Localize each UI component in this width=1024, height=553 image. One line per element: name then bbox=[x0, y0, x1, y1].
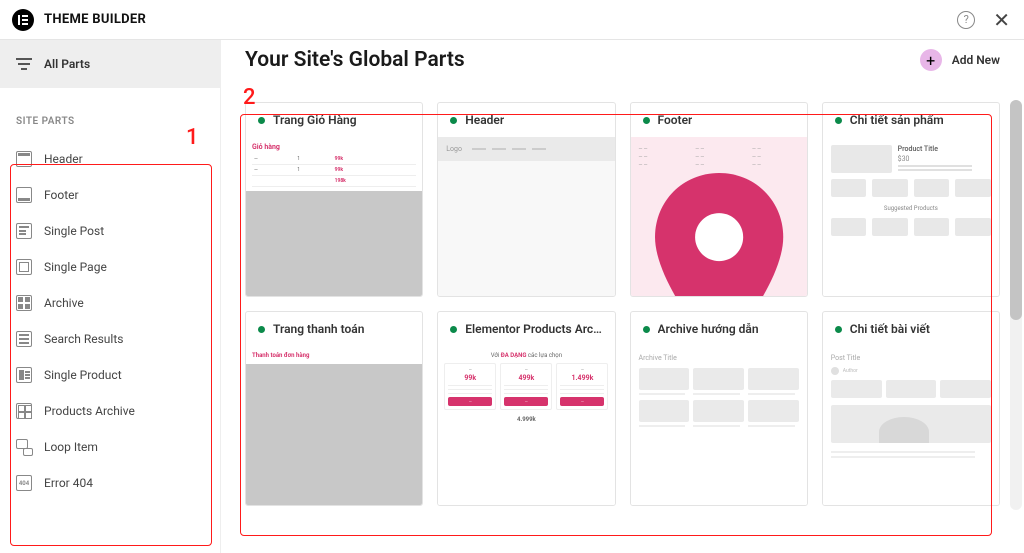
sidebar-item-label: Products Archive bbox=[44, 404, 135, 418]
sidebar-item-singlepost[interactable]: Single Post bbox=[0, 213, 220, 249]
card-title: Elementor Products Archiv... bbox=[465, 322, 602, 336]
card-thumbnail: Logo bbox=[438, 137, 614, 296]
template-grid: Trang Giỏ HàngGiỏ hàng—199k—199k198kHead… bbox=[245, 102, 1000, 506]
sidebar-item-loop[interactable]: Loop Item bbox=[0, 429, 220, 465]
sidebar-item-label: Header bbox=[44, 152, 83, 166]
card-header: Elementor Products Archiv... bbox=[438, 312, 614, 346]
sidebar-item-search[interactable]: Search Results bbox=[0, 321, 220, 357]
card-title: Chi tiết bài viết bbox=[850, 322, 930, 336]
close-icon[interactable]: ✕ bbox=[993, 10, 1010, 30]
all-parts-button[interactable]: All Parts bbox=[0, 40, 220, 88]
card-title: Trang Giỏ Hàng bbox=[273, 113, 357, 127]
sidebar-item-archive[interactable]: Archive bbox=[0, 285, 220, 321]
add-new-label: Add New bbox=[952, 53, 1000, 67]
sidebar-item-e404[interactable]: 404 Error 404 bbox=[0, 465, 220, 501]
template-card[interactable]: Archive hướng dẫn Archive Title bbox=[630, 311, 808, 506]
status-dot-icon bbox=[258, 326, 265, 333]
sidebar-item-label: Loop Item bbox=[44, 440, 98, 454]
card-title: Archive hướng dẫn bbox=[658, 322, 759, 336]
filter-icon bbox=[16, 58, 32, 70]
sidebar-item-label: Single Product bbox=[44, 368, 122, 382]
status-dot-icon bbox=[835, 117, 842, 124]
template-card[interactable]: Trang Giỏ Hàng Giỏ hàng—199k—199k198k bbox=[245, 102, 423, 297]
app-title: THEME BUILDER bbox=[44, 12, 146, 27]
status-dot-icon bbox=[450, 117, 457, 124]
card-header: Trang Giỏ Hàng bbox=[246, 103, 422, 137]
all-parts-label: All Parts bbox=[44, 57, 90, 71]
sidebar-item-label: Single Page bbox=[44, 260, 107, 274]
help-icon[interactable]: ? bbox=[957, 11, 975, 29]
card-title: Footer bbox=[658, 113, 693, 127]
sidebar-item-parchive[interactable]: Products Archive bbox=[0, 393, 220, 429]
singlepost-icon bbox=[16, 223, 32, 239]
search-icon bbox=[16, 331, 32, 347]
add-new-button[interactable]: + Add New bbox=[920, 49, 1000, 71]
sidebar-item-label: Archive bbox=[44, 296, 84, 310]
top-bar: THEME BUILDER ? ✕ bbox=[0, 0, 1024, 40]
card-thumbnail: Với ĐA DẠNG các lựa chọn—99k——499k——1.49… bbox=[438, 346, 614, 505]
card-header: Chi tiết bài viết bbox=[823, 312, 999, 346]
scrollbar-thumb[interactable] bbox=[1010, 100, 1022, 320]
card-header: Trang thanh toán bbox=[246, 312, 422, 346]
footer-icon bbox=[16, 187, 32, 203]
template-card[interactable]: Header Logo bbox=[437, 102, 615, 297]
sidebar: All Parts SITE PARTS HeaderFooterSingle … bbox=[0, 40, 221, 553]
sidebar-item-singlepage[interactable]: Single Page bbox=[0, 249, 220, 285]
status-dot-icon bbox=[835, 326, 842, 333]
status-dot-icon bbox=[643, 117, 650, 124]
page-title: Your Site's Global Parts bbox=[245, 48, 465, 72]
card-title: Chi tiết sản phẩm bbox=[850, 113, 944, 127]
status-dot-icon bbox=[450, 326, 457, 333]
singlepage-icon bbox=[16, 259, 32, 275]
template-card[interactable]: Chi tiết bài viết Post TitleAuthor bbox=[822, 311, 1000, 506]
main-content: Your Site's Global Parts + Add New Trang… bbox=[221, 40, 1024, 553]
card-header: Footer bbox=[631, 103, 807, 137]
template-card[interactable]: Elementor Products Archiv... Với ĐA DẠNG … bbox=[437, 311, 615, 506]
card-thumbnail: — —— —— —— —— —— —— —— —— — bbox=[631, 137, 807, 296]
e404-icon: 404 bbox=[16, 475, 32, 491]
sidebar-item-singleproduct[interactable]: Single Product bbox=[0, 357, 220, 393]
template-card[interactable]: Footer — —— —— —— —— —— —— —— —— — bbox=[630, 102, 808, 297]
annotation-number-1: 1 bbox=[186, 125, 199, 150]
status-dot-icon bbox=[643, 326, 650, 333]
loop-icon bbox=[16, 439, 32, 455]
template-card[interactable]: Chi tiết sản phẩm Product Title$30Suggest… bbox=[822, 102, 1000, 297]
card-header: Chi tiết sản phẩm bbox=[823, 103, 999, 137]
card-thumbnail: Product Title$30Suggested Products bbox=[823, 137, 999, 296]
card-header: Header bbox=[438, 103, 614, 137]
card-thumbnail: Giỏ hàng—199k—199k198k bbox=[246, 137, 422, 296]
singleproduct-icon bbox=[16, 367, 32, 383]
card-thumbnail: Post TitleAuthor bbox=[823, 346, 999, 505]
sidebar-item-label: Error 404 bbox=[44, 476, 93, 490]
sidebar-item-label: Search Results bbox=[44, 332, 123, 346]
sidebar-item-footer[interactable]: Footer bbox=[0, 177, 220, 213]
card-title: Header bbox=[465, 113, 504, 127]
status-dot-icon bbox=[258, 117, 265, 124]
sidebar-item-label: Single Post bbox=[44, 224, 104, 238]
annotation-number-2: 2 bbox=[243, 85, 256, 110]
scrollbar[interactable] bbox=[1010, 100, 1022, 510]
template-card[interactable]: Trang thanh toán Thanh toán đơn hàng bbox=[245, 311, 423, 506]
sidebar-item-label: Footer bbox=[44, 188, 79, 202]
archive-icon bbox=[16, 295, 32, 311]
plus-icon: + bbox=[920, 49, 942, 71]
card-thumbnail: Thanh toán đơn hàng bbox=[246, 346, 422, 505]
header-icon bbox=[16, 151, 32, 167]
card-thumbnail: Archive Title bbox=[631, 346, 807, 505]
card-header: Archive hướng dẫn bbox=[631, 312, 807, 346]
card-title: Trang thanh toán bbox=[273, 322, 364, 336]
elementor-logo-icon bbox=[12, 9, 34, 31]
parchive-icon bbox=[16, 403, 32, 419]
